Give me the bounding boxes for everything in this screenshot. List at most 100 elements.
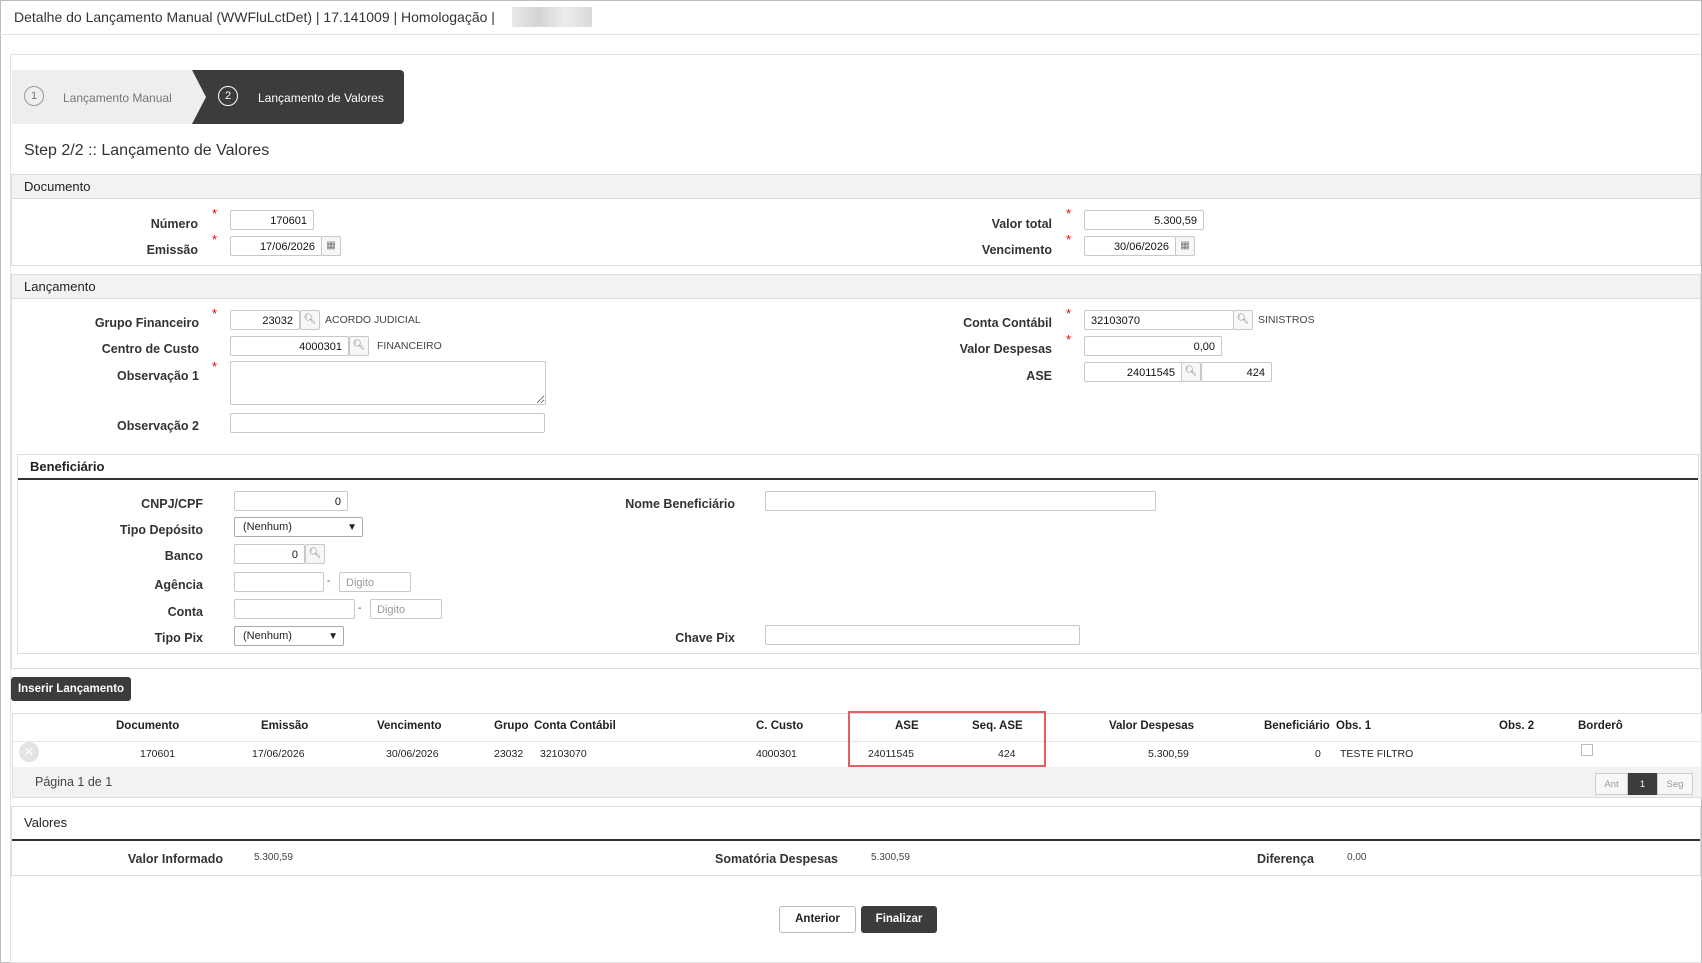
agencia-digito-field[interactable]: Digito (339, 572, 411, 592)
conta-dash: - (358, 602, 362, 614)
obs2-label: Observação 2 (117, 419, 199, 433)
vencimento-field[interactable]: 30/06/2026 (1084, 236, 1176, 256)
somatoria-value: 5.300,59 (871, 852, 910, 863)
numero-field[interactable]: 170601 (230, 210, 314, 230)
banco-label: Banco (164, 549, 203, 563)
agencia-field[interactable] (234, 572, 324, 592)
nome-beneficiario-field[interactable] (765, 491, 1156, 511)
conta-digito-field[interactable]: Digito (370, 599, 442, 619)
page-1-button[interactable]: 1 (1628, 773, 1657, 795)
search-icon[interactable]: 🔍︎ (349, 336, 369, 356)
tipo-deposito-label: Tipo Depósito (119, 523, 203, 537)
calendar-icon[interactable]: ▦ (321, 236, 341, 256)
title-bar: Detalhe do Lançamento Manual (WWFluLctDe… (0, 0, 1700, 35)
col-emissao[interactable]: Emissão (261, 713, 308, 740)
valor-informado-label: Valor Informado (127, 852, 223, 866)
chevron-down-icon: ▼ (347, 522, 357, 533)
prev-page-button[interactable]: Ant (1595, 773, 1628, 795)
pagination-bar: Página 1 de 1 Ant 1 Seg (12, 767, 1702, 798)
valor-despesas-label: Valor Despesas (959, 342, 1052, 356)
obs2-field[interactable] (230, 413, 545, 433)
required-mark: * (212, 359, 218, 374)
step-1-number: 1 (24, 86, 44, 106)
vencimento-label: Vencimento (981, 243, 1052, 257)
ase-label: ASE (1026, 369, 1052, 383)
valores-panel: Valores (11, 806, 1701, 876)
cell-custo: 4000301 (756, 748, 797, 760)
remove-row-icon[interactable]: ✕ (19, 742, 39, 762)
agencia-dash: - (327, 575, 331, 587)
search-icon[interactable]: 🔍︎ (300, 310, 320, 330)
ase-field[interactable]: 24011545 (1084, 362, 1182, 382)
emissao-label: Emissão (146, 243, 198, 257)
tipo-pix-value: (Nenhum) (243, 630, 292, 642)
tipo-deposito-select[interactable]: (Nenhum) ▼ (234, 517, 363, 537)
diferenca-label: Diferença (1257, 852, 1314, 866)
cnpj-field[interactable]: 0 (234, 491, 348, 511)
conta-description: SINISTROS (1258, 314, 1315, 326)
step-2-number: 2 (218, 86, 238, 106)
col-obs2[interactable]: Obs. 2 (1499, 713, 1534, 740)
col-documento[interactable]: Documento (116, 713, 179, 740)
window-title: Detalhe do Lançamento Manual (WWFluLctDe… (14, 9, 495, 25)
chave-pix-field[interactable] (765, 625, 1080, 645)
required-mark: * (1066, 332, 1072, 347)
chevron-down-icon: ▼ (328, 631, 338, 642)
search-icon[interactable]: 🔍︎ (1181, 362, 1201, 382)
bordero-checkbox[interactable] (1581, 744, 1593, 756)
conta-contabil-field[interactable]: 32103070 (1084, 310, 1234, 330)
tipo-deposito-value: (Nenhum) (243, 521, 292, 533)
finalizar-button[interactable]: Finalizar (861, 906, 937, 933)
search-icon[interactable]: 🔍︎ (305, 544, 325, 564)
conta-contabil-label: Conta Contábil (963, 316, 1052, 330)
nome-beneficiario-label: Nome Beneficiário (625, 497, 735, 511)
col-bordero[interactable]: Borderô (1578, 713, 1623, 740)
col-obs1[interactable]: Obs. 1 (1336, 713, 1371, 740)
col-beneficiario[interactable]: Beneficiário (1264, 713, 1330, 740)
step-2-label: Lançamento de Valores (258, 91, 384, 105)
col-vencimento[interactable]: Vencimento (377, 713, 442, 740)
cell-vencimento: 30/06/2026 (386, 748, 439, 760)
col-grupo[interactable]: Grupo (494, 713, 529, 740)
required-mark: * (212, 206, 218, 221)
cell-valor: 5.300,59 (1148, 748, 1189, 760)
col-conta-contabil[interactable]: Conta Contábil (534, 713, 616, 740)
ase-seq-field[interactable]: 424 (1201, 362, 1272, 382)
col-c-custo[interactable]: C. Custo (756, 713, 803, 740)
banco-field[interactable]: 0 (234, 544, 305, 564)
next-page-button[interactable]: Seg (1657, 773, 1693, 795)
cell-documento: 170601 (140, 748, 176, 760)
obs1-textarea[interactable] (230, 361, 546, 405)
valor-total-field[interactable]: 5.300,59 (1084, 210, 1204, 230)
centro-field[interactable]: 4000301 (230, 336, 349, 356)
diferenca-value: 0,00 (1347, 852, 1367, 863)
required-mark: * (1066, 306, 1072, 321)
cell-grupo: 23032 (494, 748, 524, 760)
grupo-label: Grupo Financeiro (94, 316, 199, 330)
conta-field[interactable] (234, 599, 355, 619)
cell-obs1: TESTE FILTRO (1340, 748, 1414, 760)
inserir-lancamento-button[interactable]: Inserir Lançamento (11, 677, 131, 701)
search-icon[interactable]: 🔍︎ (1233, 310, 1253, 330)
wizard-arrow (192, 70, 206, 124)
grupo-field[interactable]: 23032 (230, 310, 300, 330)
cnpj-label: CNPJ/CPF (141, 497, 203, 511)
somatoria-label: Somatória Despesas (715, 852, 838, 866)
centro-label: Centro de Custo (101, 342, 199, 356)
tipo-pix-select[interactable]: (Nenhum) ▼ (234, 626, 344, 646)
beneficiario-header: Beneficiário (18, 455, 1698, 480)
cell-emissao: 17/06/2026 (252, 748, 305, 760)
valor-despesas-field[interactable]: 0,00 (1084, 336, 1222, 356)
numero-label: Número (150, 217, 198, 231)
col-valor-despesas[interactable]: Valor Despesas (1109, 713, 1194, 740)
anterior-button[interactable]: Anterior (779, 906, 856, 933)
agencia-label: Agência (154, 578, 203, 592)
valor-informado-value: 5.300,59 (254, 852, 293, 863)
redacted-user (512, 7, 592, 27)
calendar-icon[interactable]: ▦ (1175, 236, 1195, 256)
required-mark: * (1066, 206, 1072, 221)
valor-total-label: Valor total (991, 217, 1052, 231)
conta-label: Conta (167, 605, 203, 619)
emissao-field[interactable]: 17/06/2026 (230, 236, 322, 256)
page-info: Página 1 de 1 (35, 775, 113, 789)
